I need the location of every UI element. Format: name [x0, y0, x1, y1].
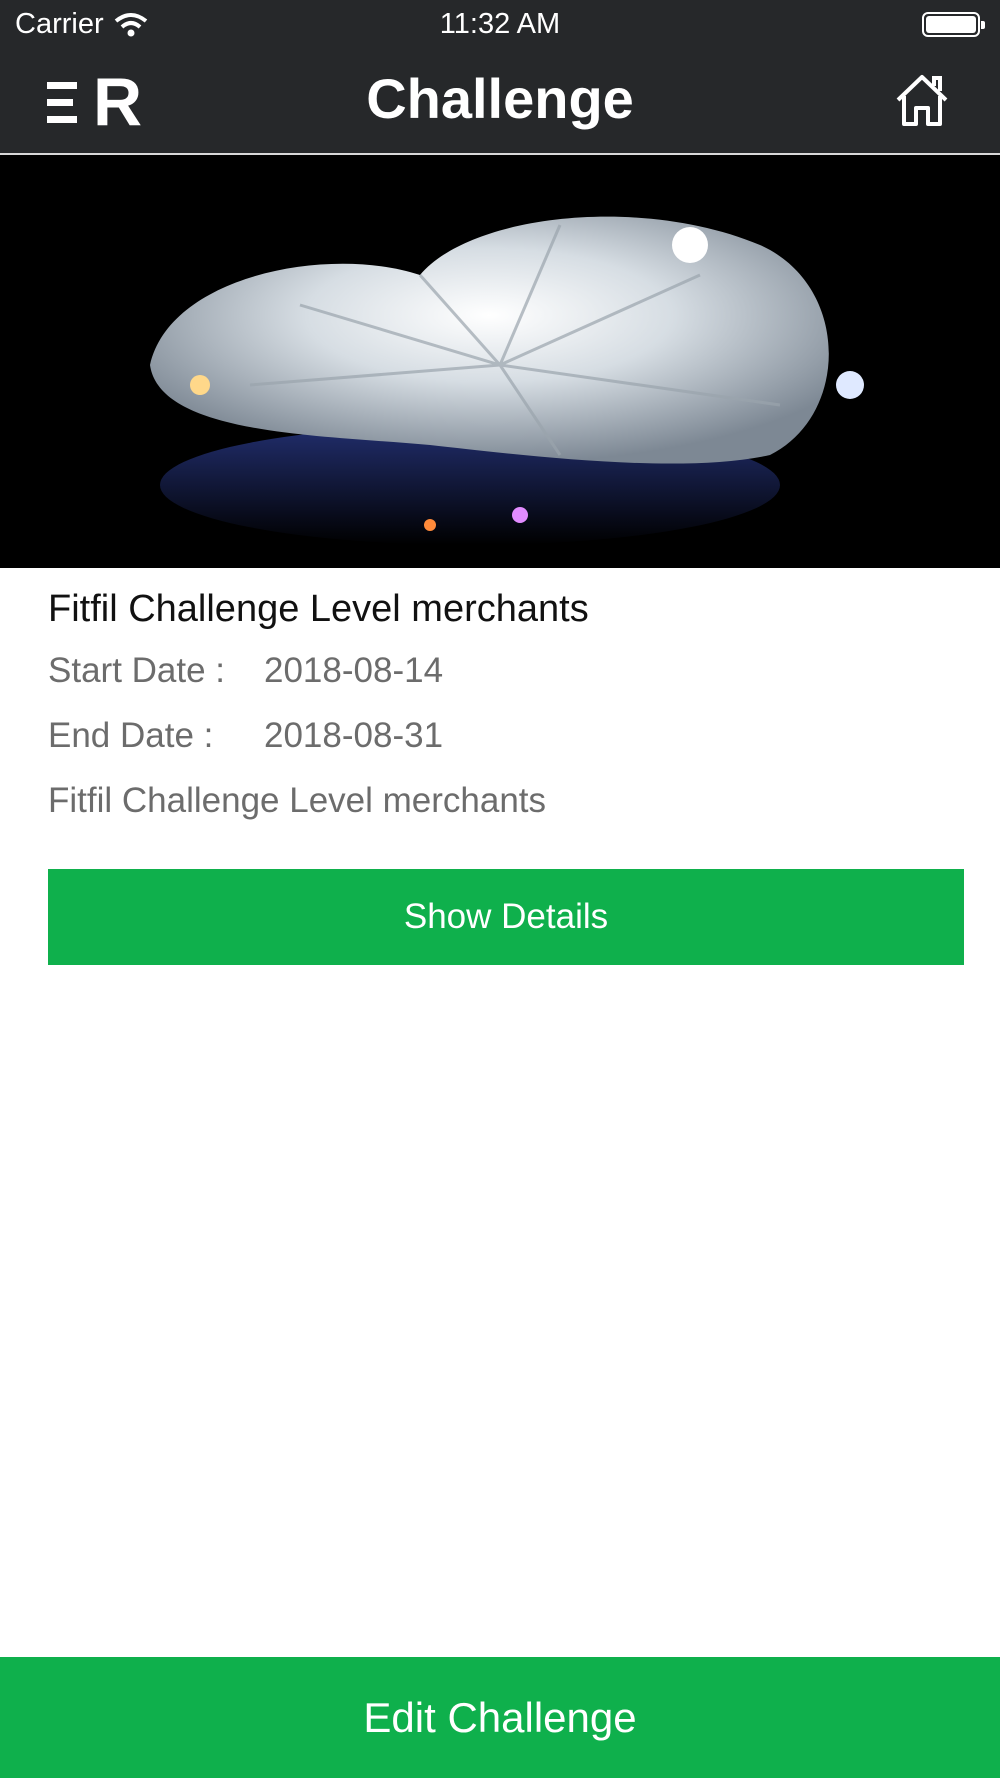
battery-icon — [922, 12, 985, 37]
page-title: Challenge — [366, 67, 634, 130]
start-date-value: 2018-08-14 — [264, 651, 444, 690]
home-icon[interactable] — [894, 72, 950, 128]
status-time: 11:32 AM — [439, 8, 561, 40]
challenge-title: Fitfil Challenge Level merchants — [48, 588, 589, 630]
challenge-description: Fitfil Challenge Level merchants — [48, 781, 547, 820]
show-details-button[interactable]: Show Details — [48, 869, 964, 965]
end-date-value: 2018-08-31 — [264, 716, 444, 755]
end-date-row: End Date : 2018-08-31 — [48, 716, 963, 756]
edit-challenge-label: Edit Challenge — [363, 1693, 637, 1741]
edit-challenge-button[interactable]: Edit Challenge — [0, 1657, 1000, 1778]
start-date-label: Start Date : — [48, 651, 226, 690]
start-date-row: Start Date : 2018-08-14 — [48, 651, 963, 691]
end-date-label: End Date : — [48, 716, 214, 755]
challenge-info: Fitfil Challenge Level merchants Start D… — [48, 580, 963, 821]
top-bar: Carrier 11:32 AM R Challenge — [0, 0, 1000, 153]
challenge-image — [0, 155, 1000, 568]
